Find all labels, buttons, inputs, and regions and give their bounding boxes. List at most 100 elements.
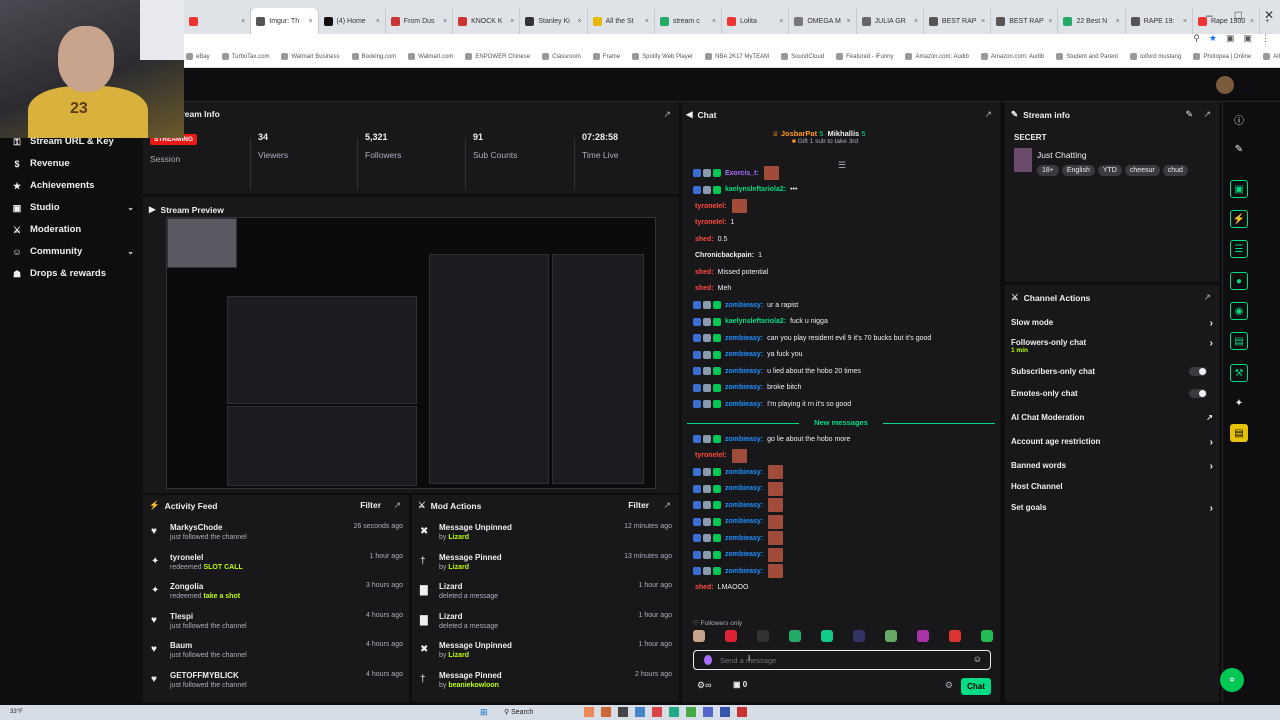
bookmark-item[interactable]: Photopea | Online [1193, 53, 1251, 60]
chevron-right-icon[interactable]: › [1210, 338, 1213, 349]
channel-action-emotes-only-chat[interactable]: Emotes-only chat [1011, 389, 1213, 398]
feed-item[interactable]: ✦ Zongolia redeemed take a shot 3 hours ago [151, 582, 403, 608]
chat-send-button[interactable]: Chat [961, 678, 991, 695]
chat-message[interactable]: kaelynsleftariola2: fuck u nigga [693, 315, 993, 329]
close-tab-icon[interactable]: × [578, 18, 582, 25]
chat-message[interactable]: zombieasy: [693, 531, 993, 545]
clip-icon[interactable]: ▣ [1230, 180, 1248, 198]
feed-item[interactable]: † Message Pinned by Lizard 13 minutes ago [420, 553, 672, 579]
emote-picker-icon[interactable]: ☺ [973, 654, 982, 664]
chat-username[interactable]: shed: [695, 584, 714, 591]
close-tab-icon[interactable]: × [241, 18, 245, 25]
chat-message[interactable]: tyroneIel: 1 [693, 216, 993, 230]
taskbar-search[interactable]: ⚲ Search [504, 708, 533, 716]
browser-tab[interactable]: (4) Home × [319, 8, 386, 34]
feed-item[interactable]: ✖ Message Unpinned by Lizard 1 hour ago [420, 641, 672, 667]
stream-tag[interactable]: English [1061, 165, 1095, 176]
stream-tag[interactable]: chud [1162, 165, 1188, 176]
emote-icon[interactable] [725, 630, 737, 642]
emote-icon[interactable] [853, 630, 865, 642]
bookmark-item[interactable]: Walmart.com [408, 53, 453, 60]
bookmark-item[interactable]: ENPOWER Chinese [465, 53, 530, 60]
external-link-icon[interactable]: ↗ [1206, 413, 1213, 422]
browser-tab[interactable]: JULIA GR × [857, 8, 924, 34]
menu-icon[interactable]: ⋮ [1261, 33, 1270, 44]
feed-item[interactable]: ♥ GETOFFMYBLICK just followed the channel 4… [151, 671, 403, 697]
list-icon[interactable]: ☰ [1230, 240, 1248, 258]
bookmark-item[interactable]: SoundCloud [781, 53, 824, 60]
emote-icon[interactable] [821, 630, 833, 642]
calendar-add-icon[interactable]: ▤ [1230, 424, 1248, 442]
bookmark-item[interactable]: NBA 2K17 MyTEAM [705, 53, 769, 60]
browser-tab[interactable]: stream c × [655, 8, 723, 34]
browser-tab[interactable]: All the St × [588, 8, 655, 34]
minimize-icon[interactable]: – [1206, 8, 1213, 22]
extension-icon[interactable]: ▣ [1243, 33, 1252, 44]
app-icon[interactable] [618, 707, 628, 717]
bookmark-item[interactable]: Amazon.com: Audib [905, 53, 969, 60]
chat-message[interactable]: shed: Meh [693, 282, 993, 296]
chat-message[interactable]: kaelynsleftariola2: ••• [693, 183, 993, 197]
chevron-right-icon[interactable]: › [1210, 318, 1213, 329]
browser-tab[interactable]: Imgur: Th × [251, 8, 319, 34]
chat-message[interactable]: zombieasy: u lied about the hobo 20 times [693, 364, 993, 378]
feed-item[interactable]: ♥ MarkysChode just followed the channel 26 … [151, 523, 403, 549]
chat-username[interactable]: zombieasy: [725, 351, 763, 358]
bookmark-item[interactable]: oxford mustang [1129, 53, 1181, 60]
expand-icon[interactable]: ↗ [984, 109, 992, 120]
bookmark-item[interactable]: eBay [186, 53, 210, 60]
chat-username[interactable]: zombieasy: [725, 568, 763, 575]
bookmark-item[interactable]: Booking.com [351, 53, 396, 60]
chat-message[interactable]: shed: 0.5 [693, 232, 993, 246]
toggle-switch[interactable] [1189, 367, 1207, 376]
chat-username[interactable]: tyroneIel: [695, 219, 727, 226]
feed-item[interactable]: ✖ Message Unpinned by Lizard 12 minutes ago [420, 523, 672, 549]
chat-username[interactable]: shed: [695, 269, 714, 276]
chat-username[interactable]: zombieasy: [725, 401, 763, 408]
bookmark-item[interactable]: Amazon.com: Audib [980, 53, 1044, 60]
stream-tag[interactable]: YTD [1097, 165, 1122, 176]
close-tab-icon[interactable]: × [914, 18, 918, 25]
wrench-icon[interactable]: ⚒ [1230, 364, 1248, 382]
close-tab-icon[interactable]: × [376, 18, 380, 25]
chat-username[interactable]: zombieasy: [725, 551, 763, 558]
chat-username[interactable]: kaelynsleftariola2: [725, 318, 786, 325]
bookmark-item[interactable]: Spotify Web Player [632, 53, 693, 60]
close-tab-icon[interactable]: × [1183, 18, 1187, 25]
chat-username[interactable]: tyroneIel: [695, 203, 727, 210]
close-tab-icon[interactable]: × [443, 18, 447, 25]
chat-bubble-icon[interactable]: ● [1230, 272, 1248, 290]
close-tab-icon[interactable]: × [1048, 18, 1052, 25]
maximize-icon[interactable]: □ [1235, 8, 1242, 22]
chevron-right-icon[interactable]: › [1210, 461, 1213, 472]
close-window-icon[interactable]: ✕ [1264, 8, 1274, 22]
browser-tab[interactable]: From Dus × [386, 8, 454, 34]
channel-action-set-goals[interactable]: Set goals › [1011, 503, 1213, 514]
chat-username[interactable]: zombieasy: [725, 518, 763, 525]
windows-start-icon[interactable]: ⊞ [480, 707, 488, 718]
filter-button[interactable]: Filter [628, 500, 649, 510]
chat-username[interactable]: Exorcis_t: [725, 170, 759, 177]
app-icon[interactable] [703, 707, 713, 717]
bits-icon[interactable] [704, 655, 712, 665]
chevron-down-icon[interactable]: ⌄ [127, 203, 134, 212]
chat-username[interactable]: zombieasy: [725, 502, 763, 509]
chat-message[interactable]: Exorcis_t: [693, 166, 993, 180]
zoom-icon[interactable]: ⚲ [1193, 33, 1200, 44]
emote-icon[interactable] [693, 630, 705, 642]
avatar[interactable] [1216, 76, 1234, 94]
browser-tab[interactable]: Lolita × [722, 8, 790, 34]
chat-message[interactable]: zombieasy: [693, 514, 993, 529]
chat-message[interactable]: zombieasy: can you play resident evil 9 i… [693, 331, 993, 345]
chat-username[interactable]: zombieasy: [725, 335, 763, 342]
bolt-icon[interactable]: ⚡ [1230, 210, 1248, 228]
help-chat-icon[interactable]: ⚬ [1220, 668, 1244, 692]
expand-icon[interactable]: ↗ [663, 109, 671, 120]
pinned-message[interactable]: ♕ JosbarPat 5 Mikhallis 5 ■ Gift 1 sub t… [772, 129, 922, 155]
extension-icon[interactable]: ▣ [1226, 33, 1235, 44]
emote-icon[interactable] [757, 630, 769, 642]
extensions-icon[interactable]: ✦ [1230, 394, 1248, 412]
browser-tab[interactable]: OMEGA M × [789, 8, 857, 34]
sidebar-item-moderation[interactable]: ⚔ Moderation [12, 224, 134, 235]
feed-item[interactable]: ▇ Lizard deleted a message 1 hour ago [420, 612, 672, 638]
